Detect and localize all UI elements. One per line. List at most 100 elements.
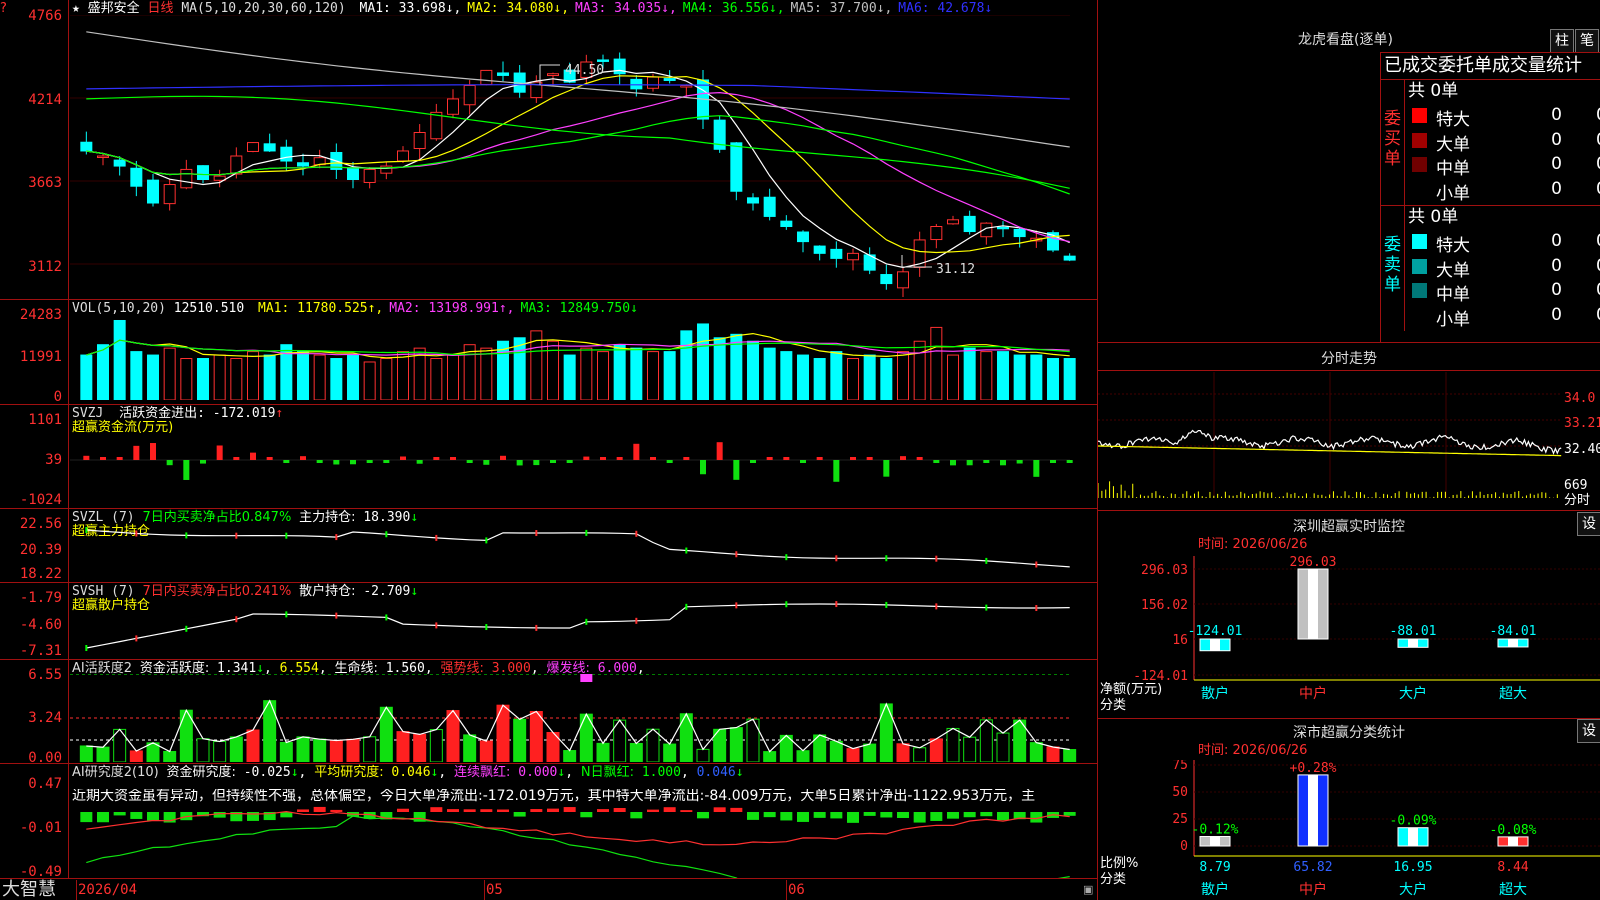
sell-side-label: 委卖单 [1384, 235, 1401, 295]
research-bar [1063, 812, 1076, 816]
divider [0, 404, 1098, 405]
research-bar [530, 809, 543, 812]
monitor-value: -124.01 [1188, 624, 1243, 639]
intraday-axis-label: 33.21 [1564, 416, 1600, 431]
activity-bar [529, 711, 543, 762]
activity-bar [746, 718, 760, 762]
holding-line [86, 529, 1070, 568]
research-bar [613, 807, 626, 812]
research-chart[interactable] [70, 806, 1096, 878]
activity-bar [79, 745, 93, 762]
flow-bar [500, 455, 506, 460]
research-value: -0.025 [243, 765, 291, 780]
sz-monitor-chart[interactable]: 296.03156.0216-124.01-124.01散户296.03中户-8… [1098, 556, 1600, 716]
activity-bar [1046, 746, 1060, 762]
monitor-category: 大户 [1399, 685, 1427, 702]
candle [1013, 228, 1026, 238]
volume-bar [930, 326, 943, 400]
order-pct: 0% [1596, 179, 1600, 199]
main-chart-area[interactable]: ★ 盛邦安全 日线 MA(5,10,20,30,60,120) MA1: 33.… [0, 0, 1098, 900]
svzl-axis-label: 22.56 [19, 516, 62, 532]
sz-class-chart[interactable]: 75 50 25 0 -0.12% 8.79 散户 +0.28% 65.82 中户 -0.09% 16… [1098, 760, 1600, 900]
tick-mode-button[interactable]: 笔 [1575, 29, 1599, 53]
flow-bar [483, 460, 490, 465]
vol-axis-label: 24283 [19, 307, 62, 323]
order-type: 中单 [1436, 285, 1470, 305]
research-bar [680, 810, 693, 812]
candle [413, 132, 426, 150]
candle [463, 85, 476, 106]
flow-bar [966, 460, 973, 466]
candle [663, 78, 676, 81]
buy-order-row: 特大 0 0% [1404, 104, 1600, 130]
flow-bar [200, 460, 206, 464]
fund-flow-chart[interactable] [70, 418, 1096, 506]
price-axis-label: 4214 [28, 92, 62, 108]
main-holding-chart[interactable] [70, 522, 1096, 580]
sell-order-row: 大单 0 0% [1404, 255, 1600, 281]
ma-item: MA3: 34.035↓, [575, 1, 677, 16]
ai-active-axis-label: 3.24 [28, 710, 62, 726]
flow-bar [133, 445, 140, 460]
volume-chart[interactable] [70, 316, 1096, 400]
activity-bar [463, 734, 477, 762]
sz-monitor-settings-button[interactable]: 设 [1577, 512, 1600, 536]
research-bar [80, 812, 93, 823]
volume-bar [947, 354, 959, 400]
intraday-chart[interactable] [1098, 372, 1600, 508]
volume-bar [780, 351, 793, 400]
sell-order-row: 特大 0 0% [1404, 230, 1600, 256]
volume-bar [697, 323, 709, 400]
candlestick-chart[interactable] [70, 15, 1096, 297]
activity-bar [396, 731, 410, 762]
svsh-axis-label: -7.31 [19, 643, 62, 659]
flow-bar [583, 456, 590, 460]
activity-bar [629, 742, 643, 762]
sz-class-axis-label: 0 [1180, 839, 1188, 854]
legend-swatch [1412, 132, 1427, 148]
activity-bar [329, 739, 343, 762]
consecutive-red-arrow: ↓ [557, 765, 566, 780]
intraday-axis-label: 669 [1564, 478, 1588, 493]
svzj-axis-label: -1024 [19, 492, 62, 508]
sz-class-settings-button[interactable]: 设 [1577, 719, 1600, 743]
volume-bar [197, 358, 209, 400]
bar-highlight [1408, 639, 1418, 648]
divider [0, 763, 1098, 764]
research-bar [697, 812, 709, 819]
candle [80, 141, 93, 152]
flow-bar [866, 457, 873, 460]
class-category: 超大 [1499, 882, 1527, 898]
ai-research-axis-label: -0.01 [19, 820, 62, 836]
volume-bar [447, 354, 459, 400]
order-type: 特大 [1436, 236, 1470, 256]
activity-chart[interactable] [70, 674, 1096, 762]
candle [780, 220, 793, 228]
research-bar [930, 812, 943, 821]
intraday-title: 分时走势 [1321, 351, 1377, 367]
lock-icon[interactable]: ▣ [1083, 882, 1093, 897]
flow-bar [800, 460, 806, 463]
volume-bar [663, 351, 676, 400]
burst-marker [580, 674, 593, 682]
retail-holding-chart[interactable] [70, 598, 1096, 658]
sz-monitor-axis-label: 296.03 [1141, 563, 1188, 578]
order-count: 0 [1551, 255, 1562, 276]
candle [830, 248, 843, 259]
legend-swatch [1412, 258, 1427, 274]
flow-bar [783, 457, 790, 460]
activity-bar [346, 738, 360, 762]
flow-bar [150, 443, 156, 460]
bar-mode-button[interactable]: 柱 [1550, 29, 1574, 53]
low-annotation: 31.12 [936, 262, 976, 277]
order-count: 0 [1551, 231, 1562, 251]
candle [397, 150, 409, 162]
ma-item: MA2: 34.080↓, [467, 1, 570, 16]
ma-line [86, 115, 1070, 195]
activity-bar [196, 738, 210, 762]
order-pct: 0% [1596, 130, 1600, 150]
research-bar [897, 812, 909, 818]
candle [547, 73, 559, 77]
flow-bar [433, 457, 440, 460]
longhu-title: 龙虎看盘(逐单) [1298, 32, 1393, 48]
